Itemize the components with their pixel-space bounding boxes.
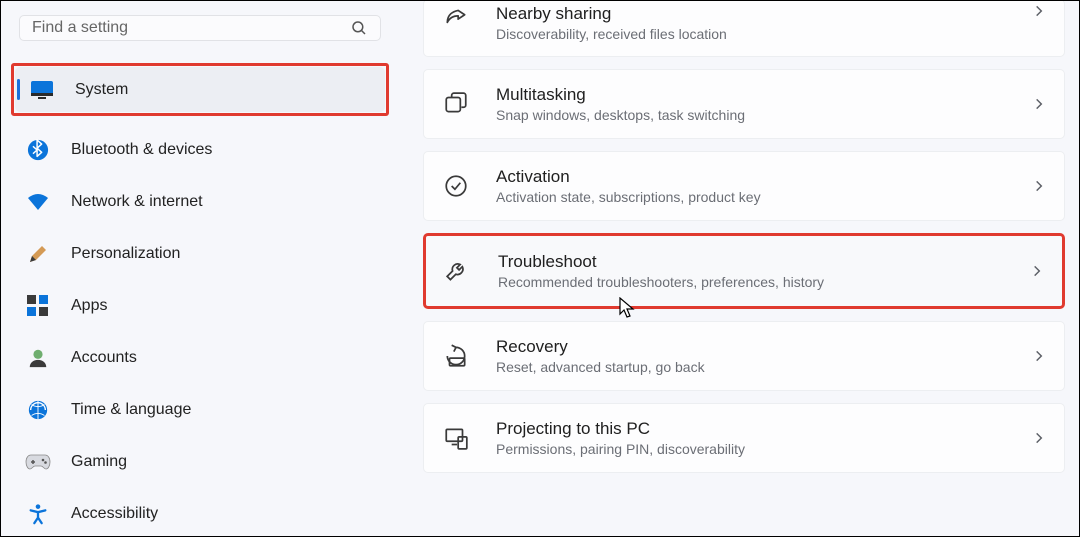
personalization-icon — [25, 241, 51, 267]
chevron-right-icon — [1032, 349, 1046, 363]
sidebar: System Bluetooth & devices Network & int… — [1, 1, 399, 536]
chevron-right-icon — [1032, 431, 1046, 445]
nav-item-bluetooth[interactable]: Bluetooth & devices — [11, 127, 389, 172]
gaming-icon — [25, 449, 51, 475]
troubleshoot-icon — [444, 257, 472, 285]
nav-label: Gaming — [71, 453, 127, 471]
main-content: Nearby sharing Discoverability, received… — [399, 1, 1079, 536]
apps-icon — [25, 293, 51, 319]
nav-item-accessibility[interactable]: Accessibility — [11, 491, 389, 536]
card-activation[interactable]: Activation Activation state, subscriptio… — [423, 151, 1065, 221]
highlight-troubleshoot: Troubleshoot Recommended troubleshooters… — [423, 233, 1065, 309]
projecting-icon — [442, 424, 470, 452]
chevron-right-icon — [1032, 179, 1046, 193]
chevron-right-icon — [1030, 264, 1044, 278]
network-icon — [25, 189, 51, 215]
chevron-right-icon — [1032, 97, 1046, 111]
search-input[interactable] — [32, 19, 350, 37]
card-recovery[interactable]: Recovery Reset, advanced startup, go bac… — [423, 321, 1065, 391]
accounts-icon — [25, 345, 51, 371]
nav-label: Accounts — [71, 349, 137, 367]
nav-item-gaming[interactable]: Gaming — [11, 439, 389, 484]
nav-label: Accessibility — [71, 505, 158, 523]
bluetooth-icon — [25, 137, 51, 163]
nav-item-network[interactable]: Network & internet — [11, 179, 389, 224]
nav-item-time[interactable]: Time & language — [11, 387, 389, 432]
card-projecting[interactable]: Projecting to this PC Permissions, pairi… — [423, 403, 1065, 473]
card-title: Nearby sharing — [496, 4, 1006, 24]
nav-label: Apps — [71, 297, 107, 315]
chevron-right-icon — [1032, 4, 1046, 18]
share-icon — [442, 4, 470, 32]
card-desc: Permissions, pairing PIN, discoverabilit… — [496, 441, 1006, 457]
card-multitasking[interactable]: Multitasking Snap windows, desktops, tas… — [423, 69, 1065, 139]
card-troubleshoot[interactable]: Troubleshoot Recommended troubleshooters… — [426, 236, 1062, 306]
card-desc: Discoverability, received files location — [496, 26, 1006, 42]
nav-item-apps[interactable]: Apps — [11, 283, 389, 328]
nav-label: Time & language — [71, 401, 191, 419]
highlight-system: System — [11, 63, 389, 116]
nav-label: Network & internet — [71, 193, 203, 211]
multitask-icon — [442, 90, 470, 118]
card-desc: Snap windows, desktops, task switching — [496, 107, 1006, 123]
card-desc: Recommended troubleshooters, preferences… — [498, 274, 1004, 290]
card-title: Recovery — [496, 337, 1006, 357]
search-icon — [350, 19, 368, 37]
search-box[interactable] — [19, 15, 381, 41]
recovery-icon — [442, 342, 470, 370]
card-title: Activation — [496, 167, 1006, 187]
card-nearby-sharing[interactable]: Nearby sharing Discoverability, received… — [423, 1, 1065, 57]
nav-item-personalization[interactable]: Personalization — [11, 231, 389, 276]
card-title: Multitasking — [496, 85, 1006, 105]
nav-item-system[interactable]: System — [15, 67, 385, 112]
time-icon — [25, 397, 51, 423]
system-icon — [29, 77, 55, 103]
card-title: Projecting to this PC — [496, 419, 1006, 439]
nav-item-accounts[interactable]: Accounts — [11, 335, 389, 380]
accessibility-icon — [25, 501, 51, 527]
nav-label: Personalization — [71, 245, 180, 263]
nav-label: System — [75, 81, 128, 99]
card-title: Troubleshoot — [498, 252, 1004, 272]
activation-icon — [442, 172, 470, 200]
nav-list: System Bluetooth & devices Network & int… — [11, 63, 389, 536]
card-desc: Reset, advanced startup, go back — [496, 359, 1006, 375]
nav-label: Bluetooth & devices — [71, 141, 212, 159]
card-desc: Activation state, subscriptions, product… — [496, 189, 1006, 205]
mouse-cursor — [619, 297, 637, 319]
